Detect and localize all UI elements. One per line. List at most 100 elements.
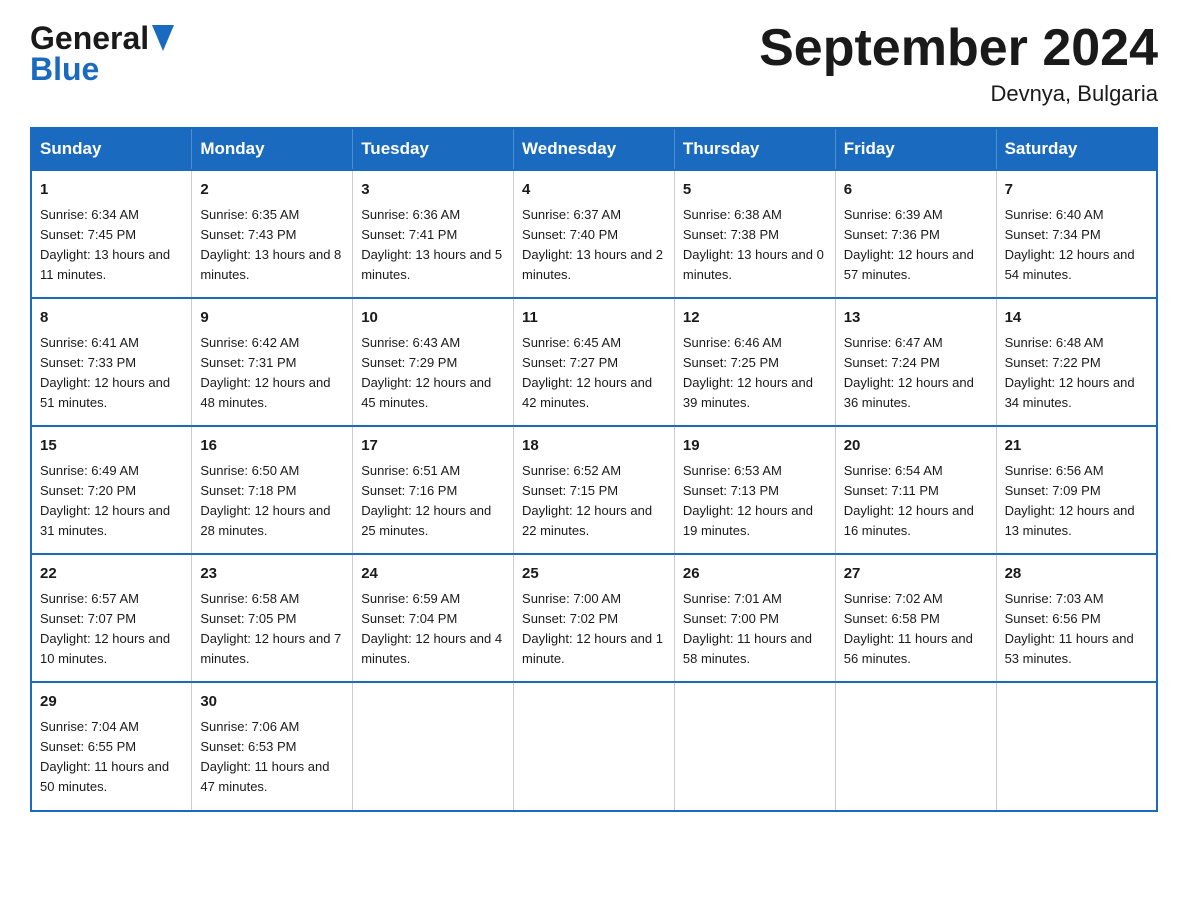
day-info: Sunrise: 6:46 AM Sunset: 7:25 PM Daylight:… bbox=[683, 333, 827, 414]
table-row bbox=[353, 682, 514, 810]
sunrise-text: Sunrise: 6:48 AM bbox=[1005, 335, 1104, 350]
day-number: 24 bbox=[361, 563, 505, 586]
table-row: 21Sunrise: 6:56 AMSunset: 7:09 PMDayligh… bbox=[996, 426, 1157, 554]
day-number: 16 bbox=[200, 435, 344, 458]
day-info: Sunrise: 6:51 AM Sunset: 7:16 PM Daylight:… bbox=[361, 461, 505, 542]
sunset-text: Sunset: 6:53 PM bbox=[200, 739, 296, 754]
sunset-text: Sunset: 7:18 PM bbox=[200, 483, 296, 498]
daylight-text: Daylight: 11 hours and 53 minutes. bbox=[1005, 631, 1134, 666]
daylight-text: Daylight: 11 hours and 50 minutes. bbox=[40, 759, 169, 794]
sunrise-text: Sunrise: 6:51 AM bbox=[361, 463, 460, 478]
sunrise-text: Sunrise: 6:34 AM bbox=[40, 207, 139, 222]
sunrise-text: Sunrise: 6:46 AM bbox=[683, 335, 782, 350]
calendar-body: 1Sunrise: 6:34 AMSunset: 7:45 PMDaylight… bbox=[31, 170, 1157, 810]
sunset-text: Sunset: 7:27 PM bbox=[522, 355, 618, 370]
sunrise-text: Sunrise: 7:01 AM bbox=[683, 591, 782, 606]
sunset-text: Sunset: 7:38 PM bbox=[683, 227, 779, 242]
daylight-text: Daylight: 11 hours and 56 minutes. bbox=[844, 631, 973, 666]
day-info: Sunrise: 6:36 AMSunset: 7:41 PMDaylight:… bbox=[361, 205, 505, 286]
sunset-text: Sunset: 7:04 PM bbox=[361, 611, 457, 626]
day-number: 29 bbox=[40, 691, 183, 714]
sunrise-text: Sunrise: 6:56 AM bbox=[1005, 463, 1104, 478]
calendar-subtitle: Devnya, Bulgaria bbox=[759, 81, 1158, 107]
day-number: 15 bbox=[40, 435, 183, 458]
sunrise-text: Sunrise: 6:59 AM bbox=[361, 591, 460, 606]
day-info: Sunrise: 7:06 AMSunset: 6:53 PMDaylight:… bbox=[200, 717, 344, 798]
day-info: Sunrise: 7:01 AMSunset: 7:00 PMDaylight:… bbox=[683, 589, 827, 670]
day-info: Sunrise: 6:47 AMSunset: 7:24 PMDaylight:… bbox=[844, 333, 988, 414]
sunset-text: Sunset: 7:09 PM bbox=[1005, 483, 1101, 498]
table-row: 4Sunrise: 6:37 AMSunset: 7:40 PMDaylight… bbox=[514, 170, 675, 298]
day-number: 30 bbox=[200, 691, 344, 714]
header-sunday: Sunday bbox=[31, 128, 192, 170]
calendar-week-row: 29 Sunrise: 7:04 AMSunset: 6:55 PMDayligh… bbox=[31, 682, 1157, 810]
header-saturday: Saturday bbox=[996, 128, 1157, 170]
calendar-week-row: 22Sunrise: 6:57 AMSunset: 7:07 PMDayligh… bbox=[31, 554, 1157, 682]
sunrise-text: Sunrise: 7:06 AM bbox=[200, 719, 299, 734]
daylight-text: Daylight: 12 hours and 25 minutes. bbox=[361, 503, 491, 538]
day-info: Sunrise: 7:02 AMSunset: 6:58 PMDaylight:… bbox=[844, 589, 988, 670]
daylight-text: Daylight: 13 hours and 11 minutes. bbox=[40, 247, 170, 282]
table-row: 15Sunrise: 6:49 AMSunset: 7:20 PMDayligh… bbox=[31, 426, 192, 554]
sunrise-text: Sunrise: 6:36 AM bbox=[361, 207, 460, 222]
table-row: 14Sunrise: 6:48 AMSunset: 7:22 PMDayligh… bbox=[996, 298, 1157, 426]
day-number: 4 bbox=[522, 179, 666, 202]
table-row: 7Sunrise: 6:40 AMSunset: 7:34 PMDaylight… bbox=[996, 170, 1157, 298]
table-row: 9Sunrise: 6:42 AMSunset: 7:31 PMDaylight… bbox=[192, 298, 353, 426]
sunset-text: Sunset: 7:13 PM bbox=[683, 483, 779, 498]
table-row: 25Sunrise: 7:00 AMSunset: 7:02 PMDayligh… bbox=[514, 554, 675, 682]
sunrise-text: Sunrise: 6:49 AM bbox=[40, 463, 139, 478]
sunset-text: Sunset: 7:45 PM bbox=[40, 227, 136, 242]
calendar-header: Sunday Monday Tuesday Wednesday Thursday… bbox=[31, 128, 1157, 170]
day-number: 10 bbox=[361, 307, 505, 330]
day-number: 11 bbox=[522, 307, 666, 330]
sunset-text: Sunset: 7:15 PM bbox=[522, 483, 618, 498]
sunset-text: Sunset: 7:05 PM bbox=[200, 611, 296, 626]
table-row: 19Sunrise: 6:53 AMSunset: 7:13 PMDayligh… bbox=[674, 426, 835, 554]
table-row: 1Sunrise: 6:34 AMSunset: 7:45 PMDaylight… bbox=[31, 170, 192, 298]
sunset-text: Sunset: 7:22 PM bbox=[1005, 355, 1101, 370]
day-number: 22 bbox=[40, 563, 183, 586]
table-row: 22Sunrise: 6:57 AMSunset: 7:07 PMDayligh… bbox=[31, 554, 192, 682]
daylight-text: Daylight: 12 hours and 22 minutes. bbox=[522, 503, 652, 538]
sunset-text: Sunset: 7:29 PM bbox=[361, 355, 457, 370]
header-wednesday: Wednesday bbox=[514, 128, 675, 170]
calendar-week-row: 8Sunrise: 6:41 AMSunset: 7:33 PMDaylight… bbox=[31, 298, 1157, 426]
sunset-text: Sunset: 7:16 PM bbox=[361, 483, 457, 498]
day-number: 8 bbox=[40, 307, 183, 330]
table-row: 18Sunrise: 6:52 AMSunset: 7:15 PMDayligh… bbox=[514, 426, 675, 554]
table-row: 5Sunrise: 6:38 AMSunset: 7:38 PMDaylight… bbox=[674, 170, 835, 298]
sunset-text: Sunset: 7:00 PM bbox=[683, 611, 779, 626]
day-info: Sunrise: 6:50 AMSunset: 7:18 PMDaylight:… bbox=[200, 461, 344, 542]
sunset-text: Sunset: 7:25 PM bbox=[683, 355, 779, 370]
table-row: 28Sunrise: 7:03 AMSunset: 6:56 PMDayligh… bbox=[996, 554, 1157, 682]
day-number: 18 bbox=[522, 435, 666, 458]
day-number: 28 bbox=[1005, 563, 1148, 586]
sunrise-text: Sunrise: 6:39 AM bbox=[844, 207, 943, 222]
daylight-text: Daylight: 12 hours and 54 minutes. bbox=[1005, 247, 1135, 282]
sunrise-text: Sunrise: 6:54 AM bbox=[844, 463, 943, 478]
sunset-text: Sunset: 7:36 PM bbox=[844, 227, 940, 242]
sunset-text: Sunset: 7:07 PM bbox=[40, 611, 136, 626]
header-thursday: Thursday bbox=[674, 128, 835, 170]
day-info: Sunrise: 6:35 AMSunset: 7:43 PMDaylight:… bbox=[200, 205, 344, 286]
calendar-week-row: 15Sunrise: 6:49 AMSunset: 7:20 PMDayligh… bbox=[31, 426, 1157, 554]
sunrise-text: Sunrise: 6:45 AM bbox=[522, 335, 621, 350]
table-row: 2Sunrise: 6:35 AMSunset: 7:43 PMDaylight… bbox=[192, 170, 353, 298]
day-info: Sunrise: 7:04 AMSunset: 6:55 PMDaylight:… bbox=[40, 717, 183, 798]
day-number: 19 bbox=[683, 435, 827, 458]
calendar-title: September 2024 bbox=[759, 20, 1158, 77]
sunrise-text: Sunrise: 6:40 AM bbox=[1005, 207, 1104, 222]
table-row bbox=[835, 682, 996, 810]
daylight-text: Daylight: 12 hours and 39 minutes. bbox=[683, 375, 813, 410]
daylight-text: Daylight: 13 hours and 8 minutes. bbox=[200, 247, 341, 282]
table-row: 26Sunrise: 7:01 AMSunset: 7:00 PMDayligh… bbox=[674, 554, 835, 682]
sunrise-text: Sunrise: 7:00 AM bbox=[522, 591, 621, 606]
sunrise-text: Sunrise: 7:04 AM bbox=[40, 719, 139, 734]
table-row: 12 Sunrise: 6:46 AM Sunset: 7:25 PM Dayligh… bbox=[674, 298, 835, 426]
daylight-text: Daylight: 12 hours and 31 minutes. bbox=[40, 503, 170, 538]
table-row: 6Sunrise: 6:39 AMSunset: 7:36 PMDaylight… bbox=[835, 170, 996, 298]
sunrise-text: Sunrise: 7:02 AM bbox=[844, 591, 943, 606]
day-number: 12 bbox=[683, 307, 827, 330]
day-info: Sunrise: 6:56 AMSunset: 7:09 PMDaylight:… bbox=[1005, 461, 1148, 542]
